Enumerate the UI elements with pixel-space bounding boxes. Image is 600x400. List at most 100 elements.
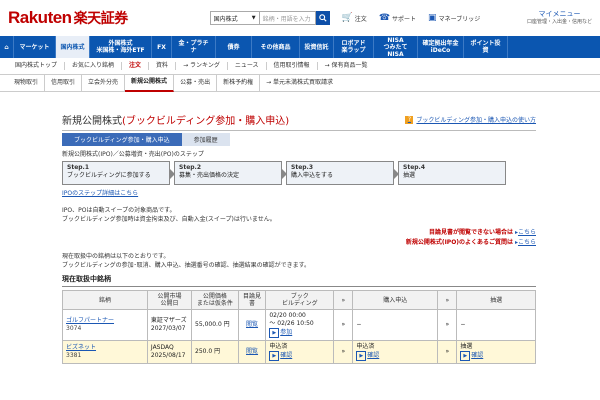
subnav-item[interactable]: お気に入り銘柄 bbox=[65, 62, 123, 70]
subnav-item[interactable]: ニュース bbox=[228, 62, 267, 70]
subnav-item[interactable]: → ランキング bbox=[176, 62, 228, 70]
nav-item-text: NISA つみたてNISA bbox=[378, 37, 413, 58]
table-row: ゴルフパートナー 3074 東証マザーズ 2027/03/07 55,000.0 円閲覧… bbox=[62, 309, 536, 341]
apply-status: 申込済 bbox=[356, 343, 375, 350]
step-text: 抽選 bbox=[403, 172, 416, 179]
step-text: 募集・売出価格の決定 bbox=[179, 172, 240, 179]
lottery-action-label[interactable]: 確認 bbox=[471, 352, 483, 359]
search-category-select[interactable]: 国内株式 ▼ bbox=[209, 11, 260, 25]
nav-item[interactable]: 金・プラチナ bbox=[172, 36, 216, 58]
order-link[interactable]: 🛒 注文 bbox=[342, 13, 367, 23]
step-title: Step.3 bbox=[291, 164, 314, 171]
table-header: 目論見書 bbox=[237, 290, 267, 310]
stock-name-link[interactable]: ゴルフパートナー bbox=[66, 317, 144, 325]
sub-nav-2: 現物取引 信用取引 立会外分売 新規公開株式 公募・売出 新株予約権 → 単元未満株式買取請… bbox=[0, 74, 600, 92]
subnav2-item[interactable]: → 単元未満株式買取請求 bbox=[260, 75, 339, 92]
note-line-2: ブックビルディング参加時は資金拘束及び、自動入金(スイープ)は行いません。 bbox=[62, 216, 276, 223]
nav-item[interactable]: ロボアド 楽ラップ bbox=[334, 36, 374, 58]
logo-sub: 楽天証券 bbox=[73, 10, 129, 26]
nav-item[interactable]: NISA つみたてNISA bbox=[374, 36, 418, 58]
market-cell: JASDAQ 2025/08/17 bbox=[146, 340, 193, 364]
price-cell: 250.0 円 bbox=[191, 340, 239, 364]
prospectus-link[interactable]: 閲覧 bbox=[246, 321, 258, 328]
stock-cell: ゴルフパートナー 3074 bbox=[62, 309, 148, 341]
faq-help: 新規公開株式(IPO)のよくあるご質問は ▸こちら bbox=[62, 238, 536, 248]
subnav-item[interactable]: 注文 bbox=[122, 62, 150, 70]
search-button[interactable] bbox=[315, 11, 330, 25]
listing-date: 2025/08/17 bbox=[150, 352, 186, 359]
bookbuilding-status: 申込済 bbox=[269, 343, 288, 350]
faq-help-link[interactable]: こちら bbox=[518, 239, 536, 246]
search-input[interactable]: 銘柄・用語を入力 bbox=[259, 11, 316, 25]
apply-action-label[interactable]: 確認 bbox=[367, 352, 379, 359]
tab-bookbuilding[interactable]: ブックビルディング参加・購入申込 bbox=[62, 133, 182, 146]
lottery-status: − bbox=[460, 321, 466, 328]
nav-item[interactable]: 債券 bbox=[216, 36, 252, 58]
nav-item-label: ポイント投資 bbox=[470, 40, 501, 54]
bridge-label: マネーブリッジ bbox=[438, 15, 481, 23]
tab-history[interactable]: 参加履歴 bbox=[181, 133, 230, 146]
table-header: 公開市場 公開日 bbox=[146, 290, 193, 310]
nav-item-text: FX bbox=[157, 44, 166, 51]
market: 東証マザーズ bbox=[150, 317, 187, 324]
subnav2-item[interactable]: 新株予約権 bbox=[217, 74, 261, 92]
table-header: » bbox=[333, 290, 354, 310]
subnav-item[interactable]: 国内株式トップ bbox=[8, 62, 66, 70]
arrow-cell: » bbox=[437, 309, 458, 341]
subnav-item[interactable]: 信用取引情報 bbox=[267, 62, 318, 70]
nav-item[interactable]: ポイント投資 bbox=[464, 36, 508, 58]
nav-item-text: マーケット bbox=[19, 44, 49, 51]
nav-item[interactable]: 外国株式 米国株・海外ETF bbox=[90, 36, 152, 58]
subnav-item[interactable]: 資料 bbox=[149, 62, 177, 70]
step-detail-link[interactable]: IPOのステップ詳細はこちら bbox=[62, 188, 536, 197]
bank-icon: ▣ bbox=[428, 13, 437, 23]
arrow-cell: » bbox=[437, 340, 458, 364]
lottery-button[interactable]: ▶ bbox=[460, 351, 471, 361]
nav-item[interactable]: 確定拠出年金 iDeCo bbox=[418, 36, 464, 58]
listing-date: 2027/03/07 bbox=[150, 325, 186, 332]
apply-cell: 申込済 ▶ 確認 bbox=[352, 340, 439, 364]
stock-code: 3074 bbox=[66, 325, 82, 332]
nav-item-text: 投資信託 bbox=[304, 44, 328, 51]
subnav2-item[interactable]: 信用取引 bbox=[45, 74, 83, 92]
nav-item[interactable]: マーケット bbox=[14, 36, 56, 58]
main-content: 新規公開株式(ブックビルディング参加・購入申込) ? ブックビルディング参加・購入… bbox=[62, 112, 536, 364]
prospectus-link[interactable]: 閲覧 bbox=[246, 348, 258, 355]
lottery-status: 抽選 bbox=[460, 343, 473, 350]
subnav2-item[interactable]: 現物取引 bbox=[8, 74, 46, 92]
support-link[interactable]: ☎ サポート bbox=[379, 13, 416, 23]
market-cell: 東証マザーズ 2027/03/07 bbox=[146, 309, 193, 341]
apply-button[interactable]: ▶ bbox=[356, 351, 367, 361]
faq-help-text: 新規公開株式(IPO)のよくあるご質問は bbox=[405, 239, 514, 246]
info-line-1: 現在取扱中の銘柄は以下のとおりです。 bbox=[62, 253, 170, 260]
nav-item[interactable]: その他商品 bbox=[252, 36, 300, 58]
nav-item[interactable]: 国内株式 bbox=[56, 36, 90, 58]
apply-status: − bbox=[356, 321, 362, 328]
help-link[interactable]: ? ブックビルディング参加・購入申込の使い方 bbox=[405, 115, 536, 124]
bookbuilding-action-label[interactable]: 参加 bbox=[280, 329, 292, 336]
title-row: 新規公開株式(ブックビルディング参加・購入申込) ? ブックビルディング参加・購入… bbox=[62, 112, 536, 131]
chevron-down-icon: ▼ bbox=[251, 15, 256, 21]
step-text: 購入申込をする bbox=[291, 172, 334, 179]
subnav-item[interactable]: → 保有商品一覧 bbox=[318, 62, 375, 70]
bookbuilding-button[interactable]: ▶ bbox=[269, 328, 280, 338]
subnav2-item[interactable]: 新規公開株式 bbox=[125, 74, 175, 92]
stock-name-link[interactable]: ビズネット bbox=[66, 344, 144, 352]
subnav2-item[interactable]: 立会外分売 bbox=[82, 74, 126, 92]
step-title: Step.4 bbox=[403, 164, 426, 171]
nav-item-text: 確定拠出年金 iDeCo bbox=[422, 40, 458, 54]
lottery-action: ▶ 確認 bbox=[460, 351, 532, 361]
nav-item[interactable]: 投資信託 bbox=[300, 36, 334, 58]
subnav2-item[interactable]: 公募・売出 bbox=[174, 74, 218, 92]
nav-home[interactable]: ⌂ bbox=[0, 36, 14, 58]
order-label: 注文 bbox=[354, 15, 367, 23]
prospectus-help-link[interactable]: こちら bbox=[518, 229, 536, 236]
stock-cell: ビズネット 3381 bbox=[62, 340, 148, 364]
nav-item[interactable]: FX bbox=[152, 36, 172, 58]
bookbuilding-action-label[interactable]: 確認 bbox=[280, 352, 292, 359]
bookbuilding-button[interactable]: ▶ bbox=[269, 351, 280, 361]
money-bridge-link[interactable]: ▣ マネーブリッジ bbox=[428, 13, 480, 23]
rakuten-logo[interactable]: Rakuten 楽天証券 bbox=[8, 8, 128, 28]
nav-item-label: 債券 bbox=[227, 43, 240, 51]
mypage-link[interactable]: マイメニュー 口座管理・入出金・信用など bbox=[527, 10, 592, 26]
